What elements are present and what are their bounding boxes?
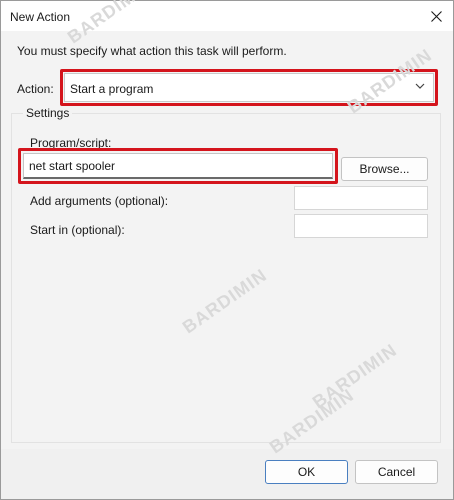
action-selected-value: Start a program <box>70 82 154 96</box>
new-action-dialog: New Action You must specify what action … <box>0 0 454 500</box>
settings-legend: Settings <box>23 106 73 120</box>
action-label: Action: <box>17 82 54 96</box>
window-title: New Action <box>10 10 71 24</box>
start-in-input[interactable] <box>294 214 428 238</box>
action-dropdown[interactable]: Start a program <box>64 73 434 102</box>
add-arguments-input[interactable] <box>294 186 428 210</box>
instruction-text: You must specify what action this task w… <box>17 44 287 58</box>
title-bar: New Action <box>1 1 453 31</box>
program-script-label: Program/script: <box>30 136 112 150</box>
cancel-button[interactable]: Cancel <box>355 460 438 484</box>
ok-button[interactable]: OK <box>265 460 348 484</box>
chevron-down-icon <box>415 83 425 89</box>
add-arguments-label: Add arguments (optional): <box>30 194 169 208</box>
close-button[interactable] <box>419 1 453 31</box>
browse-button[interactable]: Browse... <box>341 157 428 181</box>
start-in-label: Start in (optional): <box>30 223 125 237</box>
program-script-input[interactable]: net start spooler <box>23 153 333 179</box>
close-icon <box>430 10 442 22</box>
